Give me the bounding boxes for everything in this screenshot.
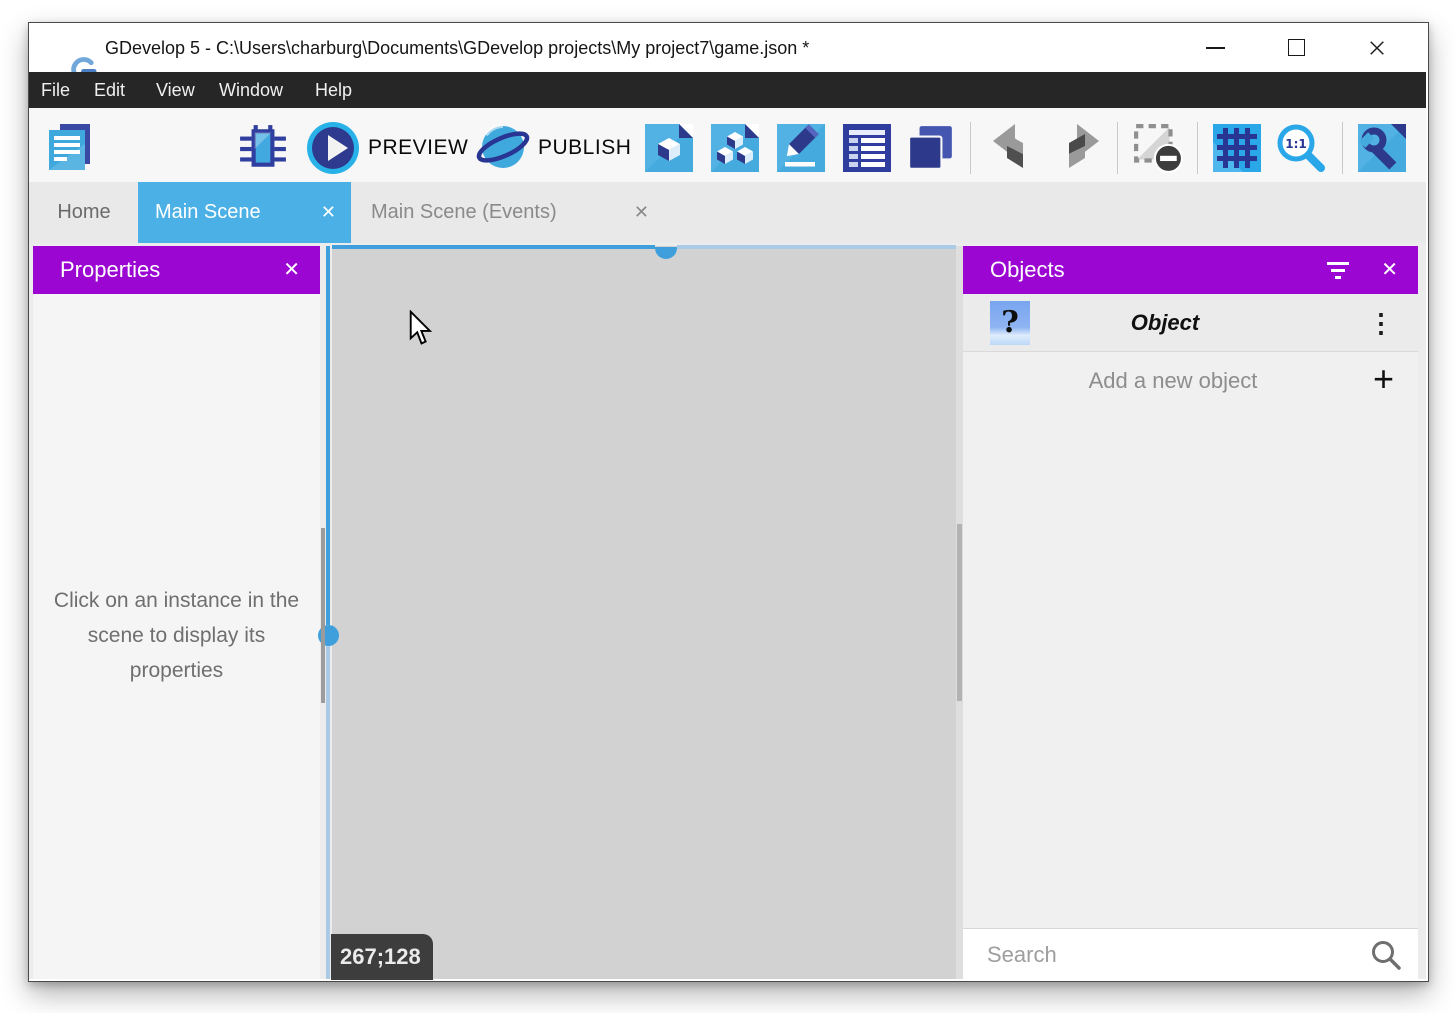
- window-title: GDevelop 5 - C:\Users\charburg\Documents…: [105, 23, 809, 72]
- menu-item-view[interactable]: View: [156, 72, 195, 108]
- scene-properties-button[interactable]: [774, 121, 828, 175]
- properties-empty-message: Click on an instance in the scene to dis…: [41, 583, 312, 688]
- horizontal-scrollbar-track[interactable]: [332, 245, 655, 249]
- layers-icon: [906, 123, 956, 173]
- menu-item-help[interactable]: Help: [315, 72, 352, 108]
- vertical-scrollbar-track[interactable]: [326, 645, 330, 979]
- tab-close-icon[interactable]: ✕: [321, 202, 336, 223]
- toolbar-separator: [1342, 122, 1343, 174]
- grid-button[interactable]: [1210, 121, 1264, 175]
- search-icon: [1370, 939, 1402, 971]
- tab-label: Main Scene: [155, 201, 261, 224]
- tab-label: Home: [57, 201, 110, 224]
- maximize-button[interactable]: [1261, 23, 1331, 72]
- toolbar-separator: [970, 122, 971, 174]
- scene-canvas[interactable]: [332, 246, 956, 979]
- layers-editor-button[interactable]: [904, 121, 958, 175]
- properties-panel-title: Properties: [60, 257, 160, 283]
- grid-icon: [1213, 124, 1261, 172]
- object-search-bar: [963, 928, 1418, 979]
- wrench-icon: [1358, 124, 1406, 172]
- horizontal-scrollbar-track[interactable]: [677, 245, 956, 249]
- search-input[interactable]: [985, 929, 1359, 980]
- minimize-icon: [1206, 47, 1225, 49]
- vertical-scrollbar-track[interactable]: [326, 246, 330, 625]
- panel-scrollbar-thumb[interactable]: [321, 528, 325, 703]
- maximize-icon: [1288, 39, 1305, 56]
- zoom-1-1-icon: 1:1: [1275, 122, 1327, 174]
- minimize-button[interactable]: [1180, 23, 1250, 72]
- preview-play-icon: [306, 121, 360, 175]
- close-panel-icon[interactable]: ✕: [1381, 260, 1398, 280]
- object-groups-button[interactable]: [708, 121, 762, 175]
- tab-close-icon[interactable]: ✕: [634, 202, 649, 223]
- add-object-row[interactable]: Add a new object +: [963, 353, 1418, 409]
- canvas-scrollbar-thumb[interactable]: [957, 524, 962, 701]
- preview-button[interactable]: [306, 121, 360, 175]
- project-manager-button[interactable]: [43, 121, 97, 175]
- cursor-coordinates-badge: 267;128: [331, 934, 433, 980]
- toolbar-separator: [1117, 122, 1118, 174]
- svg-text:1:1: 1:1: [1285, 137, 1307, 151]
- close-window-button[interactable]: [1342, 23, 1412, 72]
- mouse-cursor: [409, 310, 433, 346]
- close-icon: [1368, 39, 1386, 57]
- publish-button[interactable]: [476, 121, 530, 175]
- unknown-object-icon: ?: [990, 301, 1030, 345]
- object-list-item[interactable]: ? Object ⋮: [963, 294, 1418, 352]
- properties-panel-header: Properties ✕: [33, 246, 320, 294]
- tab-label: Main Scene (Events): [371, 201, 557, 224]
- redo-icon: [1055, 124, 1103, 172]
- editor-tab-bar: Home Main Scene ✕ Main Scene (Events) ✕: [29, 182, 1426, 243]
- scene-settings-button[interactable]: [1355, 121, 1409, 175]
- menu-item-window[interactable]: Window: [219, 72, 283, 108]
- toolbar-separator: [1197, 122, 1198, 174]
- objects-panel: Objects ✕ ? Object ⋮ Add a new object +: [963, 246, 1418, 979]
- properties-panel: Properties ✕ Click on an instance in the…: [33, 246, 320, 979]
- menu-item-file[interactable]: File: [41, 72, 70, 108]
- objects-panel-header: Objects ✕: [963, 246, 1418, 294]
- object-menu-icon[interactable]: ⋮: [1368, 310, 1394, 336]
- filter-icon[interactable]: [1327, 261, 1351, 279]
- debugger-bug-icon: [238, 123, 288, 173]
- zoom-original-button[interactable]: 1:1: [1274, 121, 1328, 175]
- preview-label[interactable]: PREVIEW: [368, 136, 468, 160]
- tab-main-scene[interactable]: Main Scene ✕: [138, 182, 351, 243]
- object-groups-icon: [711, 124, 759, 172]
- menu-item-edit[interactable]: Edit: [94, 72, 125, 108]
- instances-list-icon: [843, 124, 891, 172]
- instances-list-button[interactable]: [840, 121, 894, 175]
- menu-bar: File Edit View Window Help: [29, 72, 1426, 108]
- publish-label[interactable]: PUBLISH: [538, 136, 631, 160]
- edit-pencil-icon: [777, 124, 825, 172]
- publish-globe-icon: [476, 121, 530, 175]
- close-panel-icon[interactable]: ✕: [283, 260, 300, 280]
- project-manager-icon: [44, 122, 96, 174]
- objects-panel-title: Objects: [990, 257, 1065, 283]
- clear-selection-button[interactable]: [1131, 121, 1185, 175]
- redo-button[interactable]: [1052, 121, 1106, 175]
- add-object-icon[interactable]: +: [1373, 351, 1394, 407]
- tab-main-scene-events[interactable]: Main Scene (Events) ✕: [352, 182, 664, 243]
- object-name: Object: [1085, 310, 1245, 336]
- clear-selection-icon: [1133, 123, 1183, 173]
- undo-button[interactable]: [986, 121, 1040, 175]
- tab-home[interactable]: Home: [46, 182, 122, 243]
- add-object-label: Add a new object: [1018, 353, 1328, 409]
- objects-editor-button[interactable]: [642, 121, 696, 175]
- debugger-button[interactable]: [236, 121, 290, 175]
- undo-icon: [989, 124, 1037, 172]
- objects-editor-icon: [645, 124, 693, 172]
